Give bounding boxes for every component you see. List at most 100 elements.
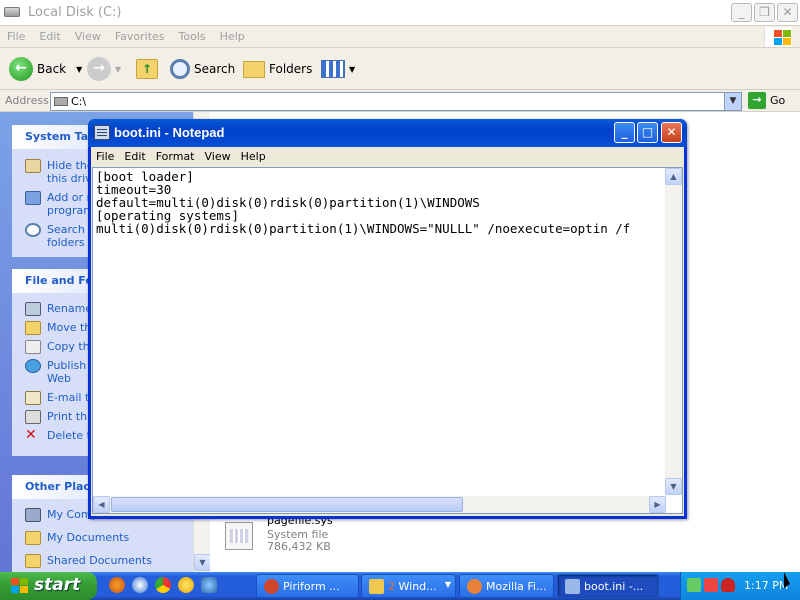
taskbar-item-windows-group[interactable]: 2 Wind... ▼ xyxy=(361,574,456,598)
folders-icon xyxy=(243,60,265,78)
taskbar-item-mozilla[interactable]: Mozilla Fi... xyxy=(459,574,554,598)
explorer-titlebar[interactable]: Local Disk (C:) _ ❐ ✕ xyxy=(0,0,800,26)
scroll-down-button[interactable]: ▼ xyxy=(194,554,211,571)
views-button[interactable]: ▼ xyxy=(321,56,355,82)
group-dropdown-icon: ▼ xyxy=(444,580,451,589)
explorer-menu-file[interactable]: File xyxy=(0,26,32,47)
notepad-menu-edit[interactable]: Edit xyxy=(119,147,150,163)
scroll-up-button[interactable]: ▲ xyxy=(665,168,682,185)
explorer-menu-edit[interactable]: Edit xyxy=(32,26,67,47)
link-text: program xyxy=(47,204,94,217)
notepad-maximize-button[interactable]: □ xyxy=(637,122,658,143)
notepad-titlebar[interactable]: boot.ini - Notepad _ □ ✕ xyxy=(88,119,687,147)
file-size: 786,432 KB xyxy=(267,540,331,553)
explorer-maximize-button[interactable]: ❐ xyxy=(754,3,775,22)
explorer-minimize-button[interactable]: _ xyxy=(731,3,752,22)
folders-label: Folders xyxy=(269,62,313,76)
address-value: C:\ xyxy=(71,95,87,108)
folder-icon xyxy=(369,579,384,594)
folder-icon xyxy=(25,554,41,568)
firefox-quicklaunch-icon[interactable] xyxy=(109,577,125,593)
windows-logo-icon xyxy=(11,578,29,594)
views-icon xyxy=(321,60,345,78)
explorer-close-button[interactable]: ✕ xyxy=(777,3,798,22)
network-tray-icon[interactable] xyxy=(687,578,701,592)
explorer-menu-favorites[interactable]: Favorites xyxy=(108,26,172,47)
forward-dropdown-icon: ▼ xyxy=(115,64,122,74)
search-button[interactable]: Search xyxy=(170,56,235,82)
address-dropdown-button[interactable]: ▼ xyxy=(724,93,741,110)
link-text: Move th xyxy=(47,321,92,334)
notepad-horizontal-scrollbar[interactable]: ◀ ▶ xyxy=(93,496,666,513)
link-text: Copy thi xyxy=(47,340,93,353)
go-arrow-icon: → xyxy=(748,92,766,109)
task-label: 2 Wind... xyxy=(388,580,437,593)
chrome-quicklaunch-icon[interactable] xyxy=(155,577,171,593)
link-text: Hide the xyxy=(47,159,94,172)
shared-documents-link[interactable]: Shared Documents xyxy=(12,551,194,570)
taskbar: start Piriform ... 2 Wind... ▼ Mozilla F… xyxy=(0,572,800,600)
notepad-text-area[interactable]: [boot loader] timeout=30 default=multi(0… xyxy=(92,167,683,514)
link-text: Search f xyxy=(47,223,93,236)
scroll-right-button[interactable]: ▶ xyxy=(649,496,666,513)
start-button[interactable]: start xyxy=(0,572,97,600)
globe-icon xyxy=(25,359,41,373)
window-count: 2 xyxy=(388,580,395,593)
piriform-icon xyxy=(264,579,279,594)
notepad-vertical-scrollbar[interactable]: ▲ ▼ xyxy=(665,168,682,495)
link-text: Publish t xyxy=(47,359,95,372)
network-quicklaunch-icon[interactable] xyxy=(201,577,217,593)
notepad-text[interactable]: [boot loader] timeout=30 default=multi(0… xyxy=(96,170,666,494)
notepad-minimize-button[interactable]: _ xyxy=(614,122,635,143)
back-arrow-icon: ← xyxy=(9,57,33,81)
clock[interactable]: 1:17 PM xyxy=(744,579,788,592)
taskbar-item-piriform[interactable]: Piriform ... xyxy=(256,574,359,598)
back-dropdown-icon[interactable]: ▼ xyxy=(76,65,82,74)
notepad-icon xyxy=(565,579,580,594)
notepad-close-button[interactable]: ✕ xyxy=(661,122,682,143)
notepad-menu-file[interactable]: File xyxy=(91,147,119,163)
search-icon xyxy=(25,223,41,237)
up-folder-button[interactable]: ↑ xyxy=(136,56,158,82)
link-text: My Documents xyxy=(47,531,130,544)
firefox-icon xyxy=(467,579,482,594)
link-text: Add or r xyxy=(47,191,92,204)
rename-icon xyxy=(25,302,41,316)
shield-tray-icon[interactable] xyxy=(721,578,735,592)
back-button[interactable]: ← Back ▼ xyxy=(9,56,82,82)
folder-icon xyxy=(25,531,41,545)
notepad-icon xyxy=(94,125,110,140)
address-label: Address xyxy=(5,94,49,107)
link-text: folders xyxy=(47,236,85,249)
explorer-menu-tools[interactable]: Tools xyxy=(172,26,213,47)
notepad-menu-format[interactable]: Format xyxy=(151,147,200,163)
mouse-cursor-icon xyxy=(784,572,790,588)
move-icon xyxy=(25,321,41,335)
my-documents-link[interactable]: My Documents xyxy=(12,528,194,547)
drive-icon xyxy=(4,7,20,17)
folders-button[interactable]: Folders xyxy=(243,56,312,82)
search-label: Search xyxy=(194,62,236,76)
scroll-down-button[interactable]: ▼ xyxy=(665,478,682,495)
scroll-left-button[interactable]: ◀ xyxy=(93,496,110,513)
notepad-menu-help[interactable]: Help xyxy=(236,147,271,163)
start-label: start xyxy=(34,575,81,595)
ie-quicklaunch-icon[interactable] xyxy=(132,577,148,593)
hide-icon xyxy=(25,159,41,173)
taskbar-item-notepad[interactable]: boot.ini -... xyxy=(557,574,659,598)
go-button[interactable]: → Go xyxy=(748,92,785,109)
explorer-title: Local Disk (C:) xyxy=(28,5,122,20)
views-dropdown-icon: ▼ xyxy=(349,64,356,74)
forward-button[interactable]: → ▼ xyxy=(87,56,121,82)
messenger-smiley-icon[interactable] xyxy=(178,577,194,593)
horizontal-scroll-thumb[interactable] xyxy=(111,497,463,512)
explorer-menu-help[interactable]: Help xyxy=(213,26,252,47)
address-input[interactable]: C:\ ▼ xyxy=(50,92,742,111)
notepad-menu-view[interactable]: View xyxy=(200,147,236,163)
back-label: Back xyxy=(37,62,67,76)
explorer-menu-view[interactable]: View xyxy=(68,26,108,47)
security-tray-icon[interactable] xyxy=(704,578,718,592)
drive-icon xyxy=(54,97,68,106)
task-label: boot.ini -... xyxy=(584,580,644,593)
system-file-icon xyxy=(225,522,253,550)
